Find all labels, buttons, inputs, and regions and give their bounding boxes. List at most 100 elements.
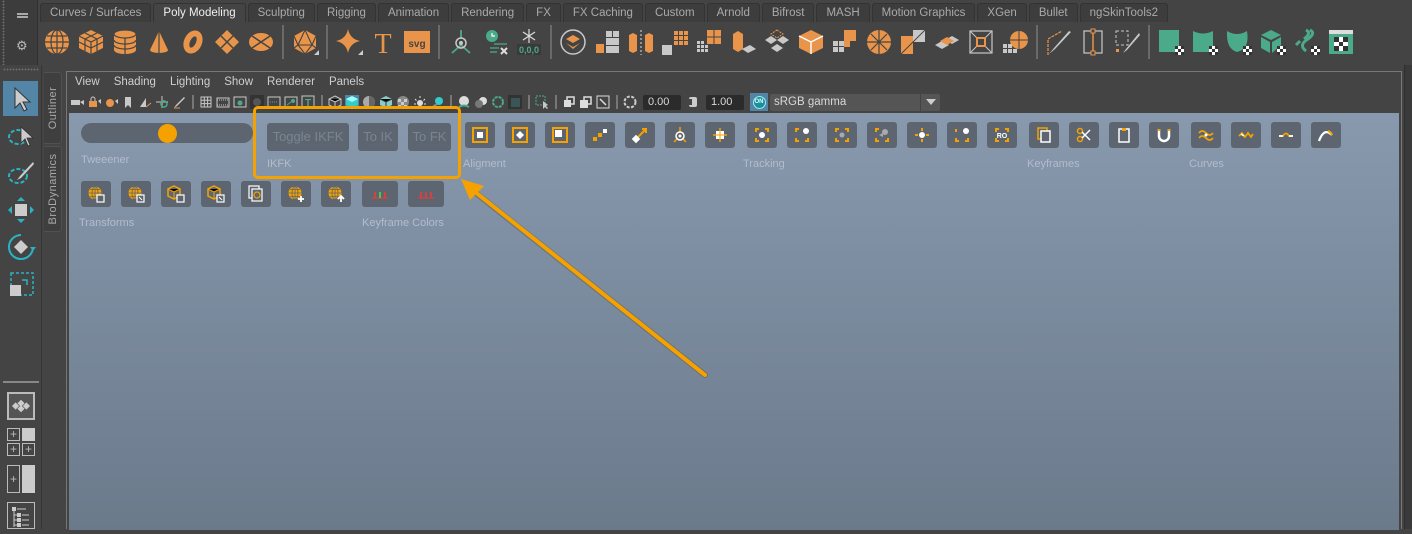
add-world-space-button[interactable]: [281, 181, 311, 207]
tab-brodynamics[interactable]: BroDynamics: [44, 146, 62, 232]
bookmark-button[interactable]: [120, 95, 135, 110]
uv-editor-button[interactable]: [1324, 25, 1358, 59]
shelf-tab-animation[interactable]: Animation: [377, 3, 450, 22]
extrude-button[interactable]: [726, 25, 760, 59]
smooth-button[interactable]: [658, 25, 692, 59]
remove-world-space-button[interactable]: [321, 181, 351, 207]
shelf-tab-motion-graphics[interactable]: Motion Graphics: [871, 3, 976, 22]
anti-aliasing-button[interactable]: [490, 95, 505, 110]
collapse-button[interactable]: [998, 25, 1032, 59]
edge-loop-button[interactable]: [828, 25, 862, 59]
poly-torus-button[interactable]: [176, 25, 210, 59]
toolbox-drag-handle[interactable]: [3, 68, 39, 71]
track-bake-button[interactable]: [747, 122, 777, 148]
copy-local-transforms-button[interactable]: [161, 181, 191, 207]
paint-select-tool[interactable]: [3, 155, 38, 190]
tweener-slider[interactable]: [81, 123, 253, 143]
paste-transforms-button[interactable]: [121, 181, 151, 207]
paste-local-transforms-button[interactable]: [201, 181, 231, 207]
uv-cylindrical-button[interactable]: [1188, 25, 1222, 59]
track-delete-button[interactable]: [867, 122, 897, 148]
wireframe-button[interactable]: [327, 95, 342, 110]
track-camera-button[interactable]: [787, 122, 817, 148]
exposure-button[interactable]: [622, 95, 637, 110]
uv-spherical-button[interactable]: [1222, 25, 1256, 59]
uv-planar-button[interactable]: [1154, 25, 1188, 59]
to-ik-button[interactable]: To IK: [358, 123, 398, 151]
tweener-slider-handle[interactable]: [157, 124, 177, 143]
track-follow-button[interactable]: [907, 122, 937, 148]
outliner-layout[interactable]: [7, 502, 35, 529]
color-management-toggle[interactable]: ON: [750, 93, 768, 111]
curve-ease-button[interactable]: [1311, 122, 1341, 148]
multi-cut-button[interactable]: [1042, 25, 1076, 59]
use-all-lights-button[interactable]: [412, 95, 427, 110]
circularize-button[interactable]: [930, 25, 964, 59]
film-gate-button[interactable]: [215, 95, 230, 110]
align-pivot-button[interactable]: [665, 122, 695, 148]
xray-active-components-button[interactable]: [595, 95, 610, 110]
track-ro-button[interactable]: RO: [987, 122, 1017, 148]
align-aim-button[interactable]: [625, 122, 655, 148]
shelf-tab-custom[interactable]: Custom: [644, 3, 705, 22]
split-button[interactable]: [794, 25, 828, 59]
image-plane-button[interactable]: [137, 95, 152, 110]
shelf-tab-mash[interactable]: MASH: [816, 3, 870, 22]
keyframe-color-reset-button[interactable]: [408, 181, 444, 207]
to-fk-button[interactable]: To FK: [408, 123, 451, 151]
single-view-layout[interactable]: [7, 392, 35, 420]
shelf-tab-sculpting[interactable]: Sculpting: [247, 3, 315, 22]
gamma-field[interactable]: 1.00: [706, 94, 744, 110]
freeze-transform-button[interactable]: 0,0,0: [512, 25, 546, 59]
shelf-gear-icon[interactable]: ⚙: [16, 38, 28, 54]
shelf-tab-bullet[interactable]: Bullet: [1028, 3, 1078, 22]
shelf-tab-poly-modeling[interactable]: Poly Modeling: [153, 3, 246, 22]
shelf-tab-rigging[interactable]: Rigging: [316, 3, 376, 22]
resolution-gate-button[interactable]: [232, 95, 247, 110]
menu-show[interactable]: Show: [224, 72, 253, 92]
select-tool[interactable]: [3, 81, 38, 116]
menu-shading[interactable]: Shading: [114, 72, 156, 92]
shelf-tab-bifrost[interactable]: Bifrost: [761, 3, 815, 22]
menu-view[interactable]: View: [75, 72, 100, 92]
lasso-select-tool[interactable]: [3, 118, 38, 153]
exposure-field[interactable]: 0.00: [643, 94, 681, 110]
mirror-button[interactable]: [624, 25, 658, 59]
poly-cylinder-button[interactable]: [108, 25, 142, 59]
align-point-button[interactable]: [505, 122, 535, 148]
paste-keys-button[interactable]: [1109, 122, 1139, 148]
copy-keys-button[interactable]: [1029, 122, 1059, 148]
safe-action-button[interactable]: [283, 95, 298, 110]
lock-camera-button[interactable]: [86, 95, 101, 110]
shelf-tab-arnold[interactable]: Arnold: [706, 3, 760, 22]
platonic-solid-button[interactable]: [288, 25, 322, 59]
safe-title-button[interactable]: T: [300, 95, 315, 110]
sweep-mesh-button[interactable]: [444, 25, 478, 59]
two-view-layout[interactable]: +: [7, 465, 35, 493]
combine-button[interactable]: [556, 25, 590, 59]
scale-tool[interactable]: [3, 266, 38, 301]
poly-plane-button[interactable]: [210, 25, 244, 59]
gate-mask-button[interactable]: [249, 95, 264, 110]
menu-panels[interactable]: Panels: [329, 72, 364, 92]
svg-button[interactable]: svg: [400, 25, 434, 59]
history-delete-button[interactable]: [478, 25, 512, 59]
shelf-tab-fx[interactable]: FX: [526, 3, 561, 22]
target-weld-button[interactable]: [896, 25, 930, 59]
rotate-tool[interactable]: [3, 229, 38, 264]
fill-hole-button[interactable]: [964, 25, 998, 59]
separate-button[interactable]: [590, 25, 624, 59]
shelf-tab-curves-surfaces[interactable]: Curves / Surfaces: [40, 3, 152, 22]
align-diagonal-button[interactable]: [585, 122, 615, 148]
copy-transforms-button[interactable]: [81, 181, 111, 207]
camera-attributes-button[interactable]: [103, 95, 118, 110]
bevel-button[interactable]: [760, 25, 794, 59]
shelf-drag-handle[interactable]: [2, 0, 5, 65]
menu-renderer[interactable]: Renderer: [267, 72, 315, 92]
insert-edge-button[interactable]: [862, 25, 896, 59]
shelf-tab-xgen[interactable]: XGen: [977, 3, 1027, 22]
xray-joints-button[interactable]: [578, 95, 593, 110]
shelf-tab-fx-caching[interactable]: FX Caching: [562, 3, 643, 22]
track-orbit-button[interactable]: [947, 122, 977, 148]
four-view-layout[interactable]: + + +: [7, 428, 35, 456]
